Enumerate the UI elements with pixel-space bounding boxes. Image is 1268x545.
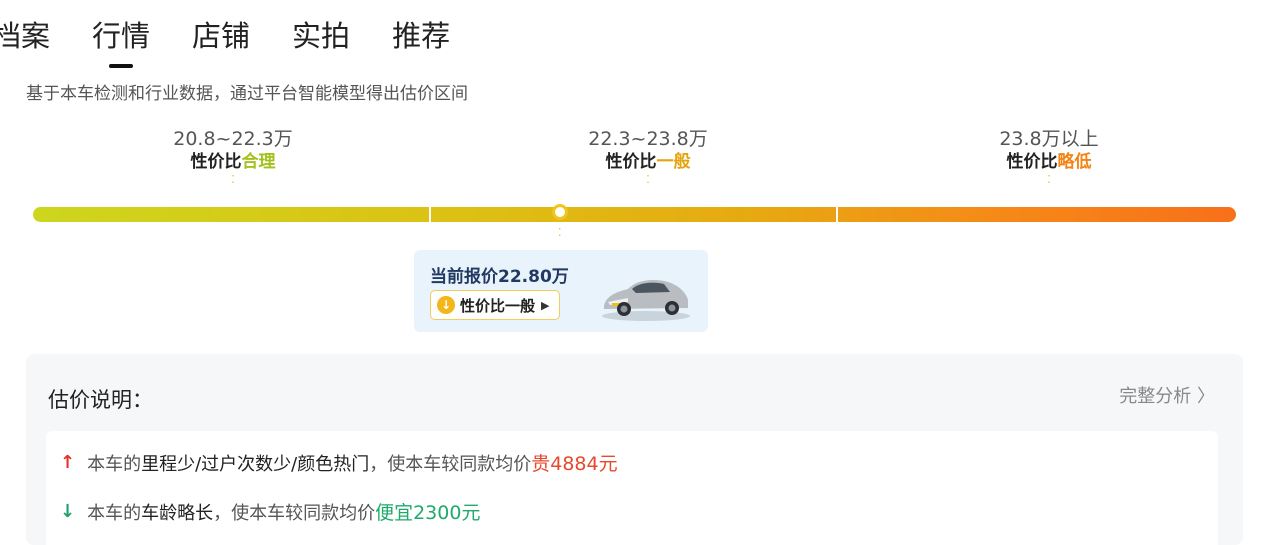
down-arrow-icon: ↓ [60, 501, 76, 522]
current-price-marker [552, 204, 568, 220]
marker-connector: ⁚ [558, 226, 562, 239]
rating-prefix: 性价比 [1006, 152, 1058, 172]
range-price: 22.3~23.8万 [588, 128, 708, 150]
current-price-card: 当前报价22.80万 ↓ 性价比一般 ▶ [414, 250, 708, 332]
price-impact-down: 便宜2300元 [375, 502, 481, 524]
current-price-label: 当前报价22.80万 [430, 267, 569, 287]
car-image [602, 280, 690, 321]
range-rating: 性价比合理 [113, 151, 353, 173]
tab-archive[interactable]: 档案 [0, 14, 50, 62]
line-factors: 车龄略长 [141, 502, 214, 524]
full-analysis-label: 完整分析 [1119, 386, 1192, 407]
rating-level: 略低 [1057, 152, 1092, 172]
panel-title: 估价说明： [48, 388, 153, 412]
dotted-connector: ⁚ [646, 173, 650, 186]
range-price: 20.8~22.3万 [173, 128, 293, 150]
line-middle: ，使本车较同款均价 [369, 453, 532, 475]
rating-level: 一般 [656, 152, 691, 172]
range-low: 23.8万以上 性价比略低 ⁚ [929, 127, 1169, 185]
dotted-connector: ⁚ [1047, 173, 1051, 186]
value-rating-badge[interactable]: ↓ 性价比一般 ▶ [430, 290, 561, 320]
chevron-right-icon: 〉 [1197, 386, 1215, 407]
rating-prefix: 性价比 [190, 152, 242, 172]
line-middle: ，使本车较同款均价 [213, 502, 376, 524]
price-impact-up: 贵4884元 [531, 453, 618, 475]
tab-photos[interactable]: 实拍 [292, 14, 350, 62]
up-arrow-icon: ↑ [60, 452, 76, 473]
range-average: 22.3~23.8万 性价比一般 ⁚ [528, 127, 768, 185]
valuation-description: 基于本车检测和行业数据，通过平台智能模型得出估价区间 [26, 84, 468, 104]
range-price: 23.8万以上 [999, 128, 1099, 150]
valuation-explanation-panel: 估价说明： 完整分析 〉 ↑ 本车的 里程少/过户次数少/颜色热门 ，使本车较同款均… [26, 354, 1243, 545]
dotted-connector: ⁚ [231, 173, 235, 186]
price-range-bar [33, 207, 1236, 222]
badge-label: 性价比一般 [460, 296, 536, 315]
bar-separator [429, 207, 431, 222]
tab-recommend[interactable]: 推荐 [392, 14, 450, 62]
line-prefix: 本车的 [87, 453, 142, 475]
tab-store[interactable]: 店铺 [192, 14, 250, 62]
list-item: ↑ 本车的 里程少/过户次数少/颜色热门 ，使本车较同款均价 贵4884元 [60, 449, 618, 476]
range-rating: 性价比略低 [929, 151, 1169, 173]
rating-prefix: 性价比 [605, 152, 657, 172]
line-prefix: 本车的 [87, 502, 142, 524]
full-analysis-link[interactable]: 完整分析 〉 [1119, 382, 1215, 408]
play-triangle-icon: ▶ [541, 298, 550, 312]
list-item: ↓ 本车的 车龄略长 ，使本车较同款均价 便宜2300元 [60, 498, 480, 525]
line-factors: 里程少/过户次数少/颜色热门 [141, 453, 370, 475]
rating-level: 合理 [241, 152, 276, 172]
explanation-list: ↑ 本车的 里程少/过户次数少/颜色热门 ，使本车较同款均价 贵4884元 ↓ 本车的… [46, 431, 1218, 545]
range-rating: 性价比一般 [528, 151, 768, 173]
tab-bar: 档案 行情 店铺 实拍 推荐 [0, 14, 492, 62]
range-reasonable: 20.8~22.3万 性价比合理 ⁚ [113, 127, 353, 185]
tab-market[interactable]: 行情 [92, 14, 150, 62]
down-circle-icon: ↓ [437, 296, 455, 314]
bar-separator [836, 207, 838, 222]
